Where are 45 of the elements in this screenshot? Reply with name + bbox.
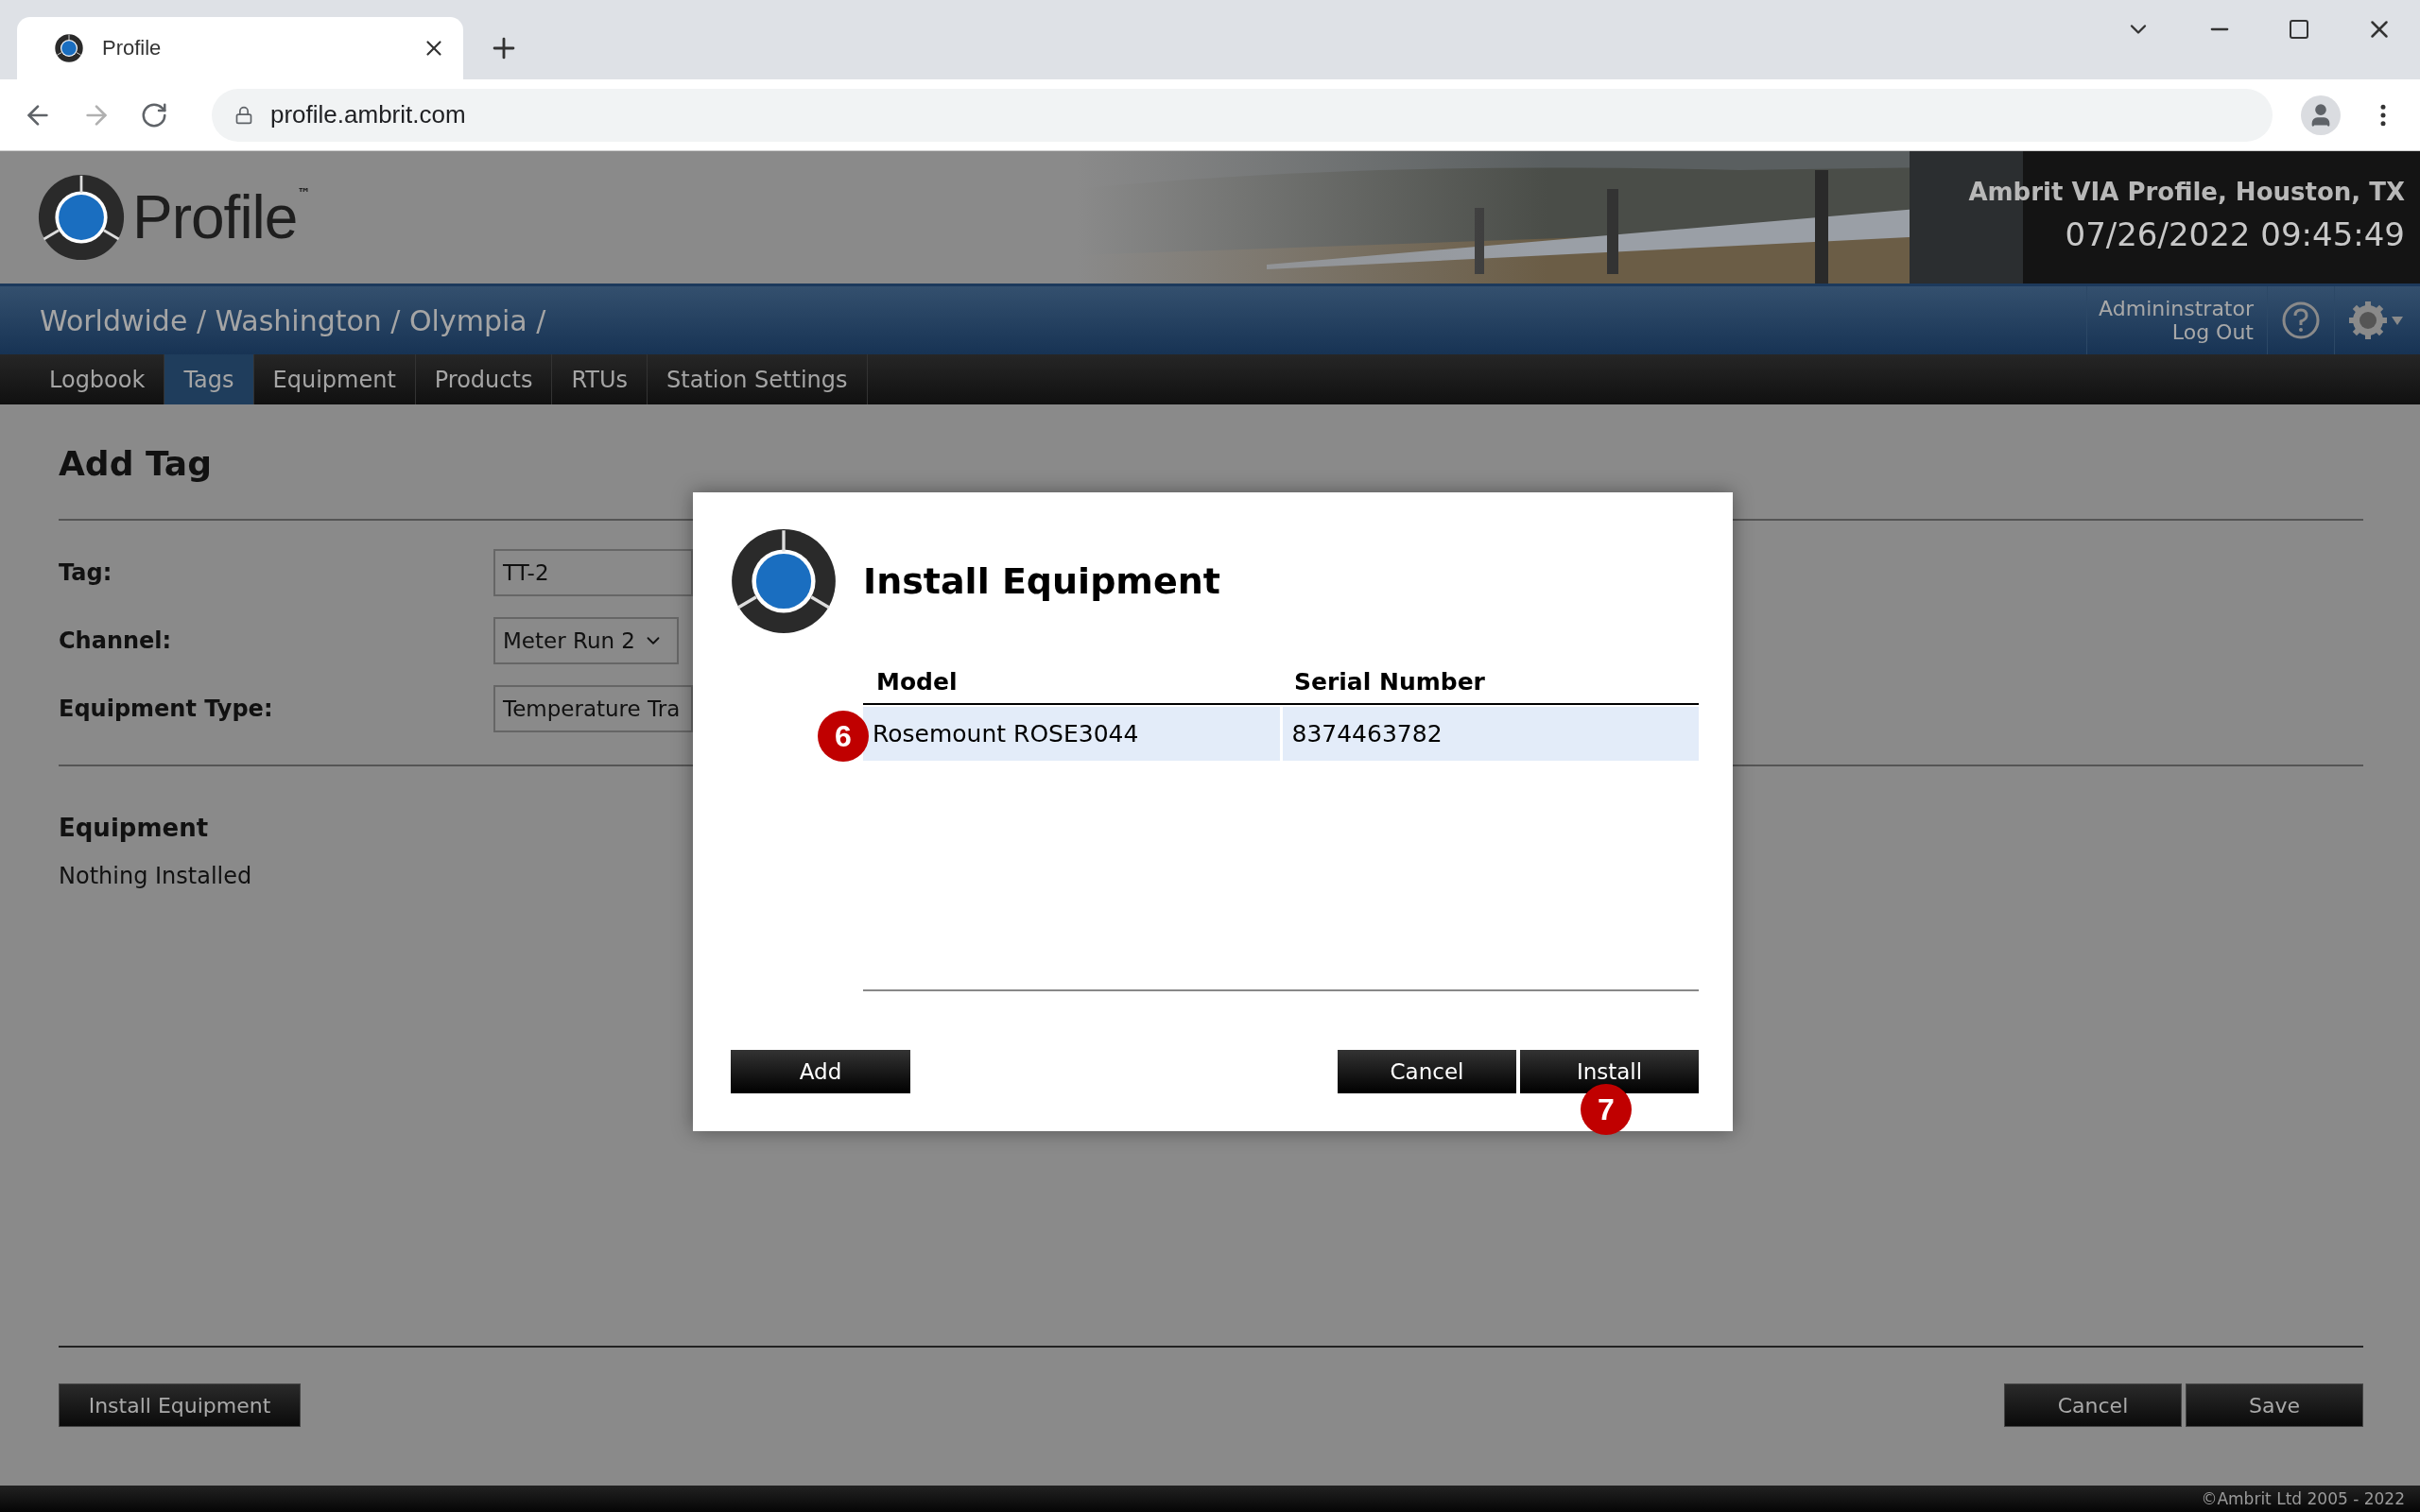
dialog-button[interactable]: Install — [1520, 1050, 1699, 1093]
field-label: Tag: — [59, 559, 113, 586]
logo-icon — [731, 528, 837, 634]
step-marker: 7 — [1581, 1084, 1632, 1135]
logo-text: Profile — [132, 182, 298, 252]
table-cell[interactable]: 8374463782 — [1282, 707, 1699, 761]
section-title: Equipment — [59, 814, 210, 842]
column-header: Serial Number — [1293, 667, 1486, 697]
logo-icon — [38, 174, 125, 261]
add-button[interactable]: Add — [731, 1050, 910, 1093]
table-cell[interactable]: Rosemount ROSE3044 — [863, 707, 1280, 761]
nav-tab[interactable]: Equipment — [253, 354, 416, 404]
select-field[interactable]: Meter Run 2 — [493, 617, 679, 664]
trademark: ™ — [297, 185, 311, 200]
nav-tab[interactable]: Tags — [164, 354, 254, 404]
help-icon[interactable] — [2281, 301, 2321, 340]
breadcrumb: Worldwide / Washington / Olympia / — [40, 303, 546, 337]
site-name: Ambrit VIA Profile, Houston, TX — [1968, 178, 2405, 206]
input-field[interactable]: TT-2 — [493, 549, 693, 596]
date-time: 07/26/2022 09:45:49 — [2065, 215, 2405, 253]
field-label: Channel: — [59, 627, 173, 654]
field-label: Equipment Type: — [59, 696, 274, 722]
maximize-icon[interactable] — [2288, 18, 2310, 41]
nav-tab[interactable]: Products — [415, 354, 553, 404]
nav-tab[interactable]: Station Settings — [648, 354, 868, 404]
input-field[interactable]: Temperature Tra — [493, 685, 693, 732]
logo-icon — [55, 34, 83, 62]
section-text: Nothing Installed — [59, 863, 253, 889]
column-header: Model — [875, 667, 959, 697]
logout-link[interactable]: Log Out — [2171, 320, 2254, 344]
nav-tab[interactable]: RTUs — [552, 354, 648, 404]
tab-title: Profile — [102, 36, 163, 60]
step-marker: 6 — [818, 711, 869, 762]
copyright: ©Ambrit Ltd 2005 - 2022 — [2201, 1489, 2405, 1508]
action-button[interactable]: Cancel — [2004, 1383, 2182, 1427]
profile-icon[interactable] — [2301, 94, 2341, 135]
dialog-title: Install Equipment — [863, 560, 1220, 602]
user-name: Admininstrator — [2099, 297, 2254, 320]
address-bar[interactable]: profile.ambrit.com — [212, 88, 2273, 142]
dialog-button[interactable]: Cancel — [1338, 1050, 1516, 1093]
lock-icon — [234, 105, 253, 125]
browser-tab[interactable]: Profile — [17, 17, 463, 79]
page-title: Add Tag — [59, 443, 213, 485]
install-equipment-button[interactable]: Install Equipment — [59, 1383, 301, 1427]
action-button[interactable]: Save — [2186, 1383, 2363, 1427]
